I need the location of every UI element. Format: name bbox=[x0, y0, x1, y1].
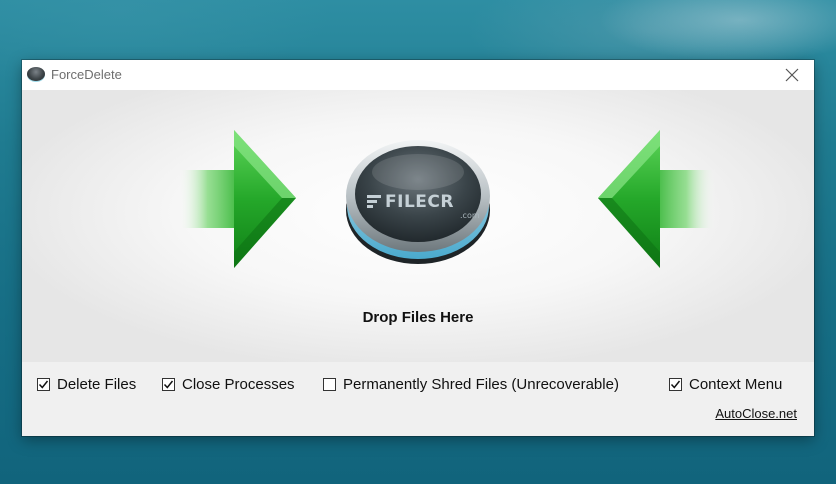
delete-files-option[interactable]: Delete Files bbox=[37, 376, 136, 393]
app-disc-icon bbox=[27, 67, 45, 81]
options-panel: Delete Files Close Processes Permanently… bbox=[22, 362, 814, 436]
delete-files-checkbox[interactable] bbox=[37, 378, 50, 391]
close-processes-option[interactable]: Close Processes bbox=[162, 376, 295, 393]
arrow-left-icon bbox=[598, 130, 716, 268]
shred-files-label: Permanently Shred Files (Unrecoverable) bbox=[343, 376, 619, 393]
checkmark-icon bbox=[38, 380, 49, 389]
context-menu-label: Context Menu bbox=[689, 376, 783, 393]
close-processes-label: Close Processes bbox=[182, 376, 295, 393]
shred-files-checkbox[interactable] bbox=[323, 378, 336, 391]
delete-files-label: Delete Files bbox=[57, 376, 137, 393]
context-menu-checkbox[interactable] bbox=[669, 378, 682, 391]
drop-zone[interactable]: FILECR .com Drop Files Here bbox=[22, 90, 814, 362]
drop-files-button[interactable]: FILECR .com bbox=[344, 132, 492, 267]
autoclose-link[interactable]: AutoClose.net bbox=[715, 406, 797, 421]
checkmark-icon bbox=[670, 380, 681, 389]
shred-files-option[interactable]: Permanently Shred Files (Unrecoverable) bbox=[323, 376, 619, 393]
drop-files-label: Drop Files Here bbox=[362, 309, 474, 326]
close-processes-checkbox[interactable] bbox=[162, 378, 175, 391]
force-delete-window: ForceDelete FILECR .com Drop Files Here … bbox=[22, 60, 814, 436]
context-menu-option[interactable]: Context Menu bbox=[669, 376, 782, 393]
window-title: ForceDelete bbox=[51, 67, 122, 82]
checkmark-icon bbox=[163, 380, 174, 389]
arrow-right-icon bbox=[178, 130, 296, 268]
close-icon bbox=[785, 68, 799, 82]
drop-disc-icon bbox=[346, 140, 490, 264]
close-button[interactable] bbox=[770, 60, 814, 90]
title-bar[interactable]: ForceDelete bbox=[22, 60, 814, 90]
